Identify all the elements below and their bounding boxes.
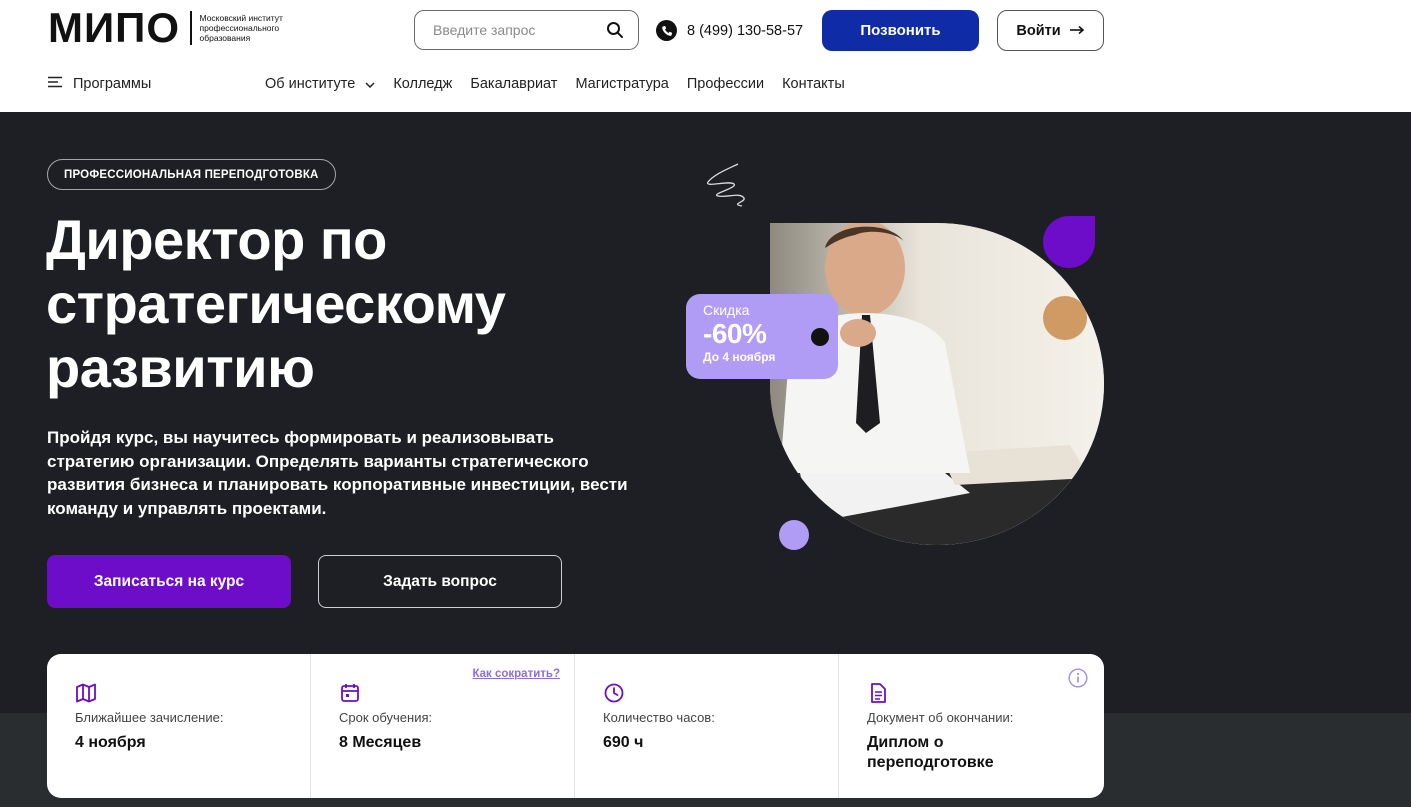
how-to-shorten-link[interactable]: Как сократить? — [472, 668, 560, 680]
login-button[interactable]: Войти — [997, 10, 1104, 51]
info-cell-document: Документ об окончании: Диплом о переподг… — [839, 654, 1104, 798]
info-value: 4 ноября — [75, 734, 146, 751]
login-label: Войти — [1016, 22, 1061, 39]
description-line: команду и управлять проектами. — [47, 498, 327, 518]
logo-divider — [190, 11, 192, 45]
phone-icon — [656, 20, 677, 41]
logo[interactable]: МИПО Московский институт профессионально… — [48, 4, 310, 51]
info-icon[interactable] — [1068, 668, 1088, 693]
purple-blob-decoration — [1043, 216, 1095, 268]
title-line: Директор по — [46, 208, 387, 271]
info-value-line: Диплом о — [867, 734, 944, 751]
map-icon — [75, 682, 97, 704]
site-header: МИПО Московский институт профессионально… — [0, 0, 1411, 112]
arrow-right-icon — [1069, 23, 1085, 39]
nav-item-college[interactable]: Колледж — [393, 76, 452, 92]
info-cell-duration: Срок обучения: 8 Месяцев Как сократить? — [311, 654, 575, 798]
info-value-line: переподготовке — [867, 753, 994, 771]
search-icon[interactable] — [606, 21, 624, 39]
info-label: Ближайшее зачисление: — [75, 710, 224, 725]
ask-question-button[interactable]: Задать вопрос — [318, 555, 562, 608]
title-line: развитию — [46, 336, 315, 399]
description-line: стратегию организации. Определять вариан… — [47, 451, 589, 471]
info-value: Диплом о переподготовке — [867, 733, 1104, 772]
discount-until: До 4 ноября — [703, 350, 776, 364]
description-line: Пройдя курс, вы научитесь формировать и … — [47, 428, 554, 447]
nav-item-master[interactable]: Магистратура — [575, 76, 668, 92]
info-cell-enrollment: Ближайшее зачисление: 4 ноября — [47, 654, 311, 798]
search-box — [414, 10, 639, 50]
squiggle-decoration — [700, 160, 754, 215]
document-icon — [867, 682, 889, 704]
course-description: Пройдя курс, вы научитесь формировать и … — [47, 426, 647, 520]
enroll-button[interactable]: Записаться на курс — [47, 555, 291, 608]
info-label: Количество часов: — [603, 710, 715, 725]
hero-section: ПРОФЕССИОНАЛЬНАЯ ПЕРЕПОДГОТОВКА Директор… — [0, 112, 1411, 807]
search-input[interactable] — [433, 22, 593, 38]
info-value: 690 ч — [603, 734, 644, 751]
logo-wordmark: МИПО — [48, 4, 181, 51]
info-value: 8 Месяцев — [339, 734, 422, 751]
title-line: стратегическому — [46, 272, 506, 335]
badge-dot-decoration — [811, 328, 829, 346]
info-label: Документ об окончании: — [867, 710, 1014, 725]
program-type-tag: ПРОФЕССИОНАЛЬНАЯ ПЕРЕПОДГОТОВКА — [47, 159, 336, 190]
lilac-dot-decoration — [779, 520, 809, 550]
nav-programs[interactable]: Программы — [48, 76, 151, 92]
nav-item-contacts[interactable]: Контакты — [782, 76, 845, 92]
logo-subtitle: Московский институт профессионального об… — [199, 13, 283, 43]
nav-item-about[interactable]: Об институте — [265, 76, 375, 92]
course-info-card: Ближайшее зачисление: 4 ноября Срок обуч… — [47, 654, 1104, 798]
calendar-icon — [339, 682, 361, 704]
nav-item-bachelor[interactable]: Бакалавриат — [470, 76, 557, 92]
nav-links: Об институте Колледж Бакалавриат Магистр… — [265, 76, 845, 92]
nav-item-label: Об институте — [265, 76, 356, 92]
chevron-down-icon — [365, 76, 375, 92]
hero-photo — [770, 223, 1104, 545]
clock-icon — [603, 682, 625, 704]
phone-number: 8 (499) 130-58-57 — [687, 22, 804, 39]
discount-label: Скидка — [703, 302, 750, 318]
main-nav: Программы Об институте Колледж Бакалаври… — [48, 76, 948, 96]
page-title: Директор по стратегическому развитию — [46, 208, 646, 400]
description-line: развития бизнеса и планировать корпорати… — [47, 475, 628, 494]
call-button[interactable]: Позвонить — [822, 10, 979, 51]
phone-link[interactable]: 8 (499) 130-58-57 — [656, 20, 803, 41]
info-label: Срок обучения: — [339, 710, 433, 725]
menu-icon — [48, 76, 63, 92]
info-cell-hours: Количество часов: 690 ч — [575, 654, 839, 798]
nav-programs-label: Программы — [73, 76, 152, 92]
nav-item-professions[interactable]: Профессии — [687, 76, 764, 92]
